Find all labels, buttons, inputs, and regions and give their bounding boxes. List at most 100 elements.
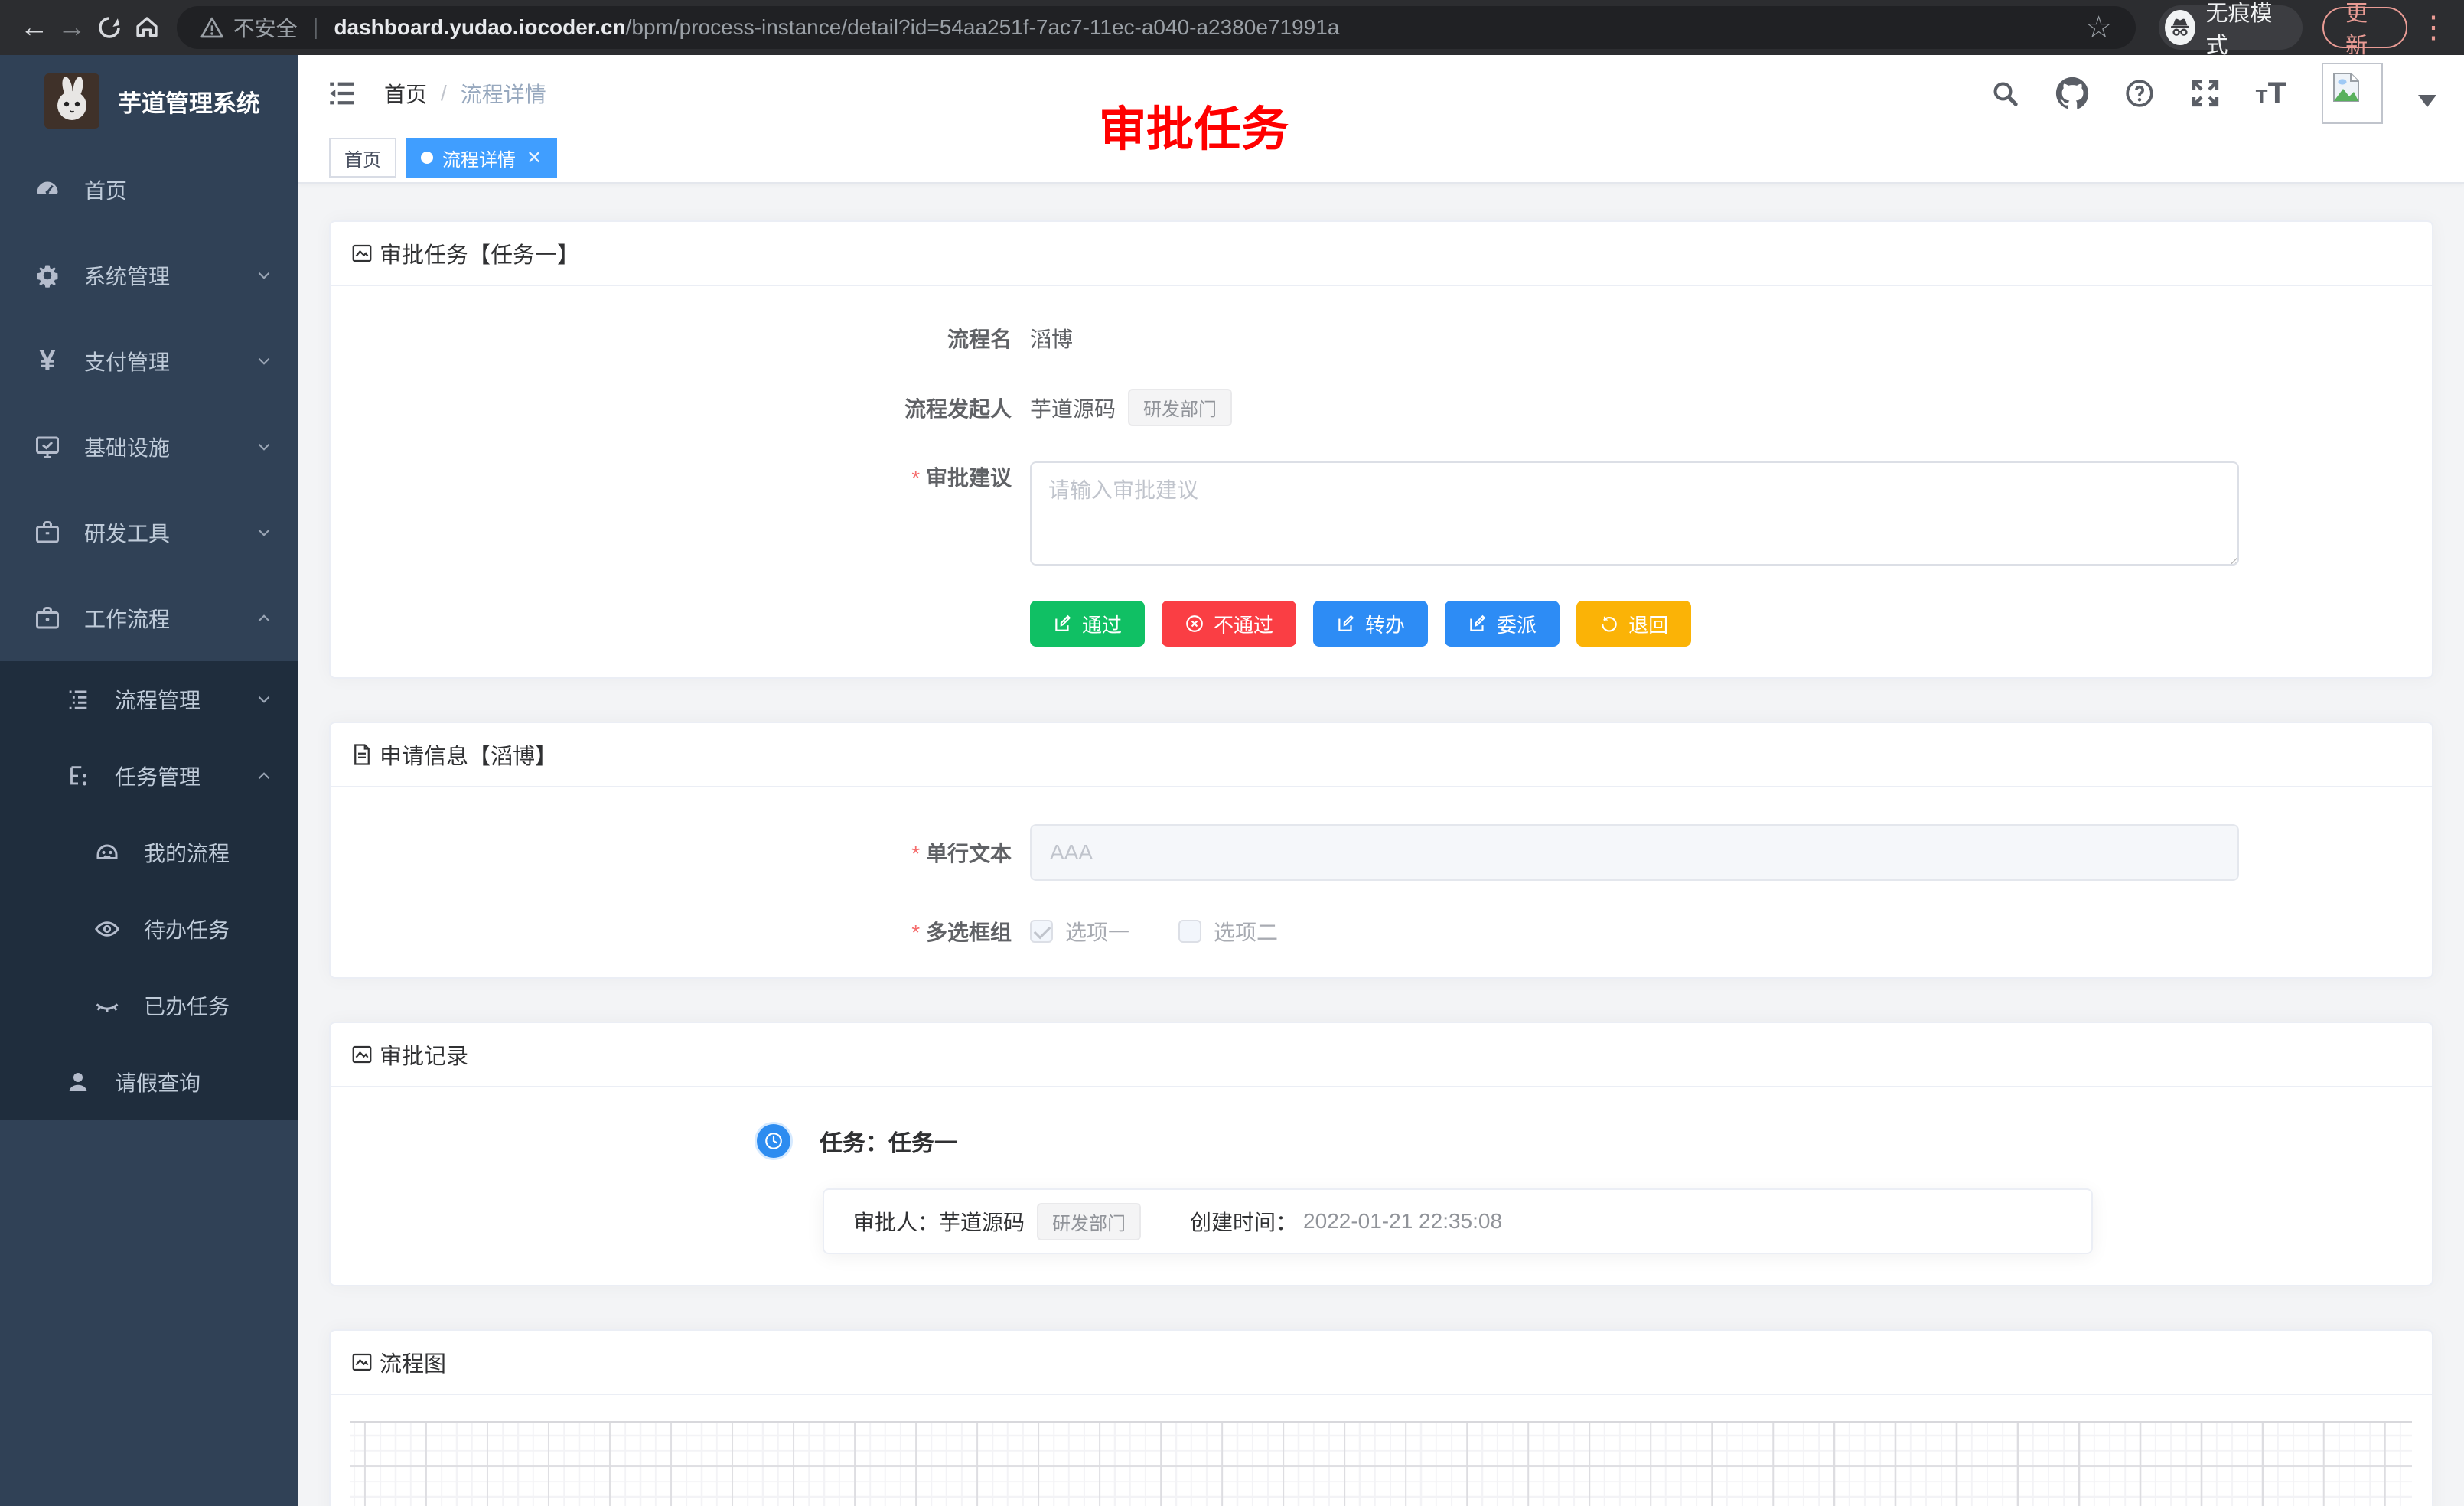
approve-button[interactable]: 通过 — [1030, 601, 1145, 647]
sidebar-item-workflow[interactable]: 工作流程 — [0, 575, 298, 661]
timeline-item: 任务：任务一 审批人： 芋道源码 研发部门 创建时间： 2022-01-21 2… — [361, 1124, 2401, 1254]
browser-forward-button[interactable]: → — [53, 6, 90, 49]
bpmn-diagram-canvas[interactable] — [350, 1421, 2412, 1506]
address-bar[interactable]: 不安全 | dashboard.yudao.iocoder.cn/bpm/pro… — [177, 6, 2136, 49]
process-name-label: 流程名 — [361, 323, 1030, 354]
approver-card: 审批人： 芋道源码 研发部门 创建时间： 2022-01-21 22:35:08 — [823, 1188, 2093, 1254]
sidebar-item-payment[interactable]: ¥ 支付管理 — [0, 318, 298, 404]
card-header: 申请信息【滔博】 — [331, 723, 2432, 787]
task-title: 任务：任务一 — [820, 1124, 957, 1158]
sidebar-item-process-mgmt[interactable]: 流程管理 — [0, 661, 298, 738]
sidebar-item-label: 已办任务 — [144, 990, 230, 1021]
dept-tag: 研发部门 — [1037, 1203, 1141, 1240]
chevron-up-icon — [254, 766, 274, 786]
picture-icon — [350, 242, 373, 265]
security-label[interactable]: 不安全 — [233, 12, 298, 43]
incognito-label: 无痕模式 — [2206, 0, 2283, 60]
sidebar-item-my-process[interactable]: 我的流程 — [0, 814, 298, 891]
suggestion-textarea[interactable] — [1030, 461, 2239, 566]
checkbox-group-label: 多选框组 — [361, 916, 1030, 947]
search-icon[interactable] — [1990, 78, 2020, 109]
sidebar-item-devtools[interactable]: 研发工具 — [0, 490, 298, 575]
url-divider: | — [313, 15, 319, 41]
sidebar-collapse-icon[interactable] — [326, 77, 358, 109]
close-icon[interactable]: ✕ — [526, 147, 542, 169]
browser-update-button[interactable]: 更新 — [2322, 7, 2407, 48]
approval-record-card: 审批记录 任务：任务一 审批人： 芋道源码 研发部门 — [329, 1022, 2433, 1286]
person-icon — [61, 1068, 95, 1096]
browser-home-button[interactable] — [128, 6, 165, 49]
sidebar-item-label: 系统管理 — [84, 260, 170, 291]
refresh-left-icon — [1599, 614, 1619, 634]
tab-home[interactable]: 首页 — [329, 138, 396, 178]
chevron-down-icon — [254, 351, 274, 371]
sidebar-item-system[interactable]: 系统管理 — [0, 233, 298, 318]
checkbox-unchecked-icon — [1178, 920, 1201, 943]
picture-icon — [350, 1351, 373, 1374]
broken-image-icon — [2328, 69, 2365, 106]
dept-tag: 研发部门 — [1128, 389, 1232, 426]
card-title: 申请信息【滔博】 — [380, 738, 557, 771]
sidebar-item-leave-query[interactable]: 请假查询 — [0, 1044, 298, 1120]
approver-value: 芋道源码 — [939, 1206, 1025, 1237]
chevron-up-icon — [254, 608, 274, 628]
help-icon[interactable] — [2124, 78, 2155, 109]
edit-icon — [1336, 614, 1356, 634]
chevron-down-icon — [254, 523, 274, 543]
tab-process-detail[interactable]: 流程详情 ✕ — [406, 138, 557, 178]
bookmark-star-icon[interactable]: ☆ — [2085, 10, 2113, 45]
sidebar-item-done-tasks[interactable]: 已办任务 — [0, 967, 298, 1044]
chevron-down-icon — [254, 689, 274, 709]
url-path: /bpm/process-instance/detail?id=54aa251f… — [626, 15, 1340, 40]
red-annotation-text: 审批任务 — [1099, 90, 1289, 159]
transfer-button[interactable]: 转办 — [1313, 601, 1428, 647]
avatar-dropdown-caret[interactable] — [2418, 95, 2436, 107]
button-label: 委派 — [1497, 610, 1537, 638]
browser-back-button[interactable]: ← — [15, 6, 53, 49]
sidebar-item-infra[interactable]: 基础设施 — [0, 404, 298, 490]
picture-icon — [350, 1043, 373, 1066]
briefcase-icon — [31, 605, 64, 632]
clock-icon — [757, 1124, 790, 1158]
edit-icon — [1053, 614, 1073, 634]
reload-icon — [96, 14, 123, 41]
checkbox-label: 选项一 — [1065, 916, 1129, 947]
create-time-value: 2022-01-21 22:35:08 — [1303, 1209, 1502, 1234]
return-button[interactable]: 退回 — [1576, 601, 1691, 647]
sidebar-item-label: 首页 — [84, 174, 127, 205]
tab-label: 首页 — [344, 145, 381, 171]
sidebar-item-label: 任务管理 — [115, 761, 200, 791]
github-icon[interactable] — [2055, 77, 2089, 110]
reject-button[interactable]: 不通过 — [1162, 601, 1296, 647]
font-size-icon[interactable]: TT — [2256, 77, 2286, 111]
checkbox-checked-icon — [1030, 920, 1053, 943]
top-navbar: 首页 / 流程详情 审批任务 TT — [298, 55, 2464, 132]
sidebar-item-home[interactable]: 首页 — [0, 147, 298, 233]
chevron-down-icon — [254, 266, 274, 285]
sidebar-item-todo-tasks[interactable]: 待办任务 — [0, 891, 298, 967]
breadcrumb-separator: / — [441, 81, 447, 106]
active-tab-dot — [421, 152, 433, 164]
app-title: 芋道管理系统 — [118, 84, 260, 119]
browser-menu-icon[interactable]: ⋮ — [2418, 10, 2449, 45]
button-label: 退回 — [1628, 610, 1668, 638]
card-header: 审批记录 — [331, 1023, 2432, 1087]
fullscreen-icon[interactable] — [2190, 78, 2221, 109]
tree-icon — [61, 763, 95, 789]
browser-reload-button[interactable] — [90, 6, 128, 49]
avatar[interactable] — [2322, 63, 2383, 124]
process-name-value: 滔博 — [1030, 323, 1073, 354]
checkbox-group: 选项一 选项二 — [1030, 916, 1278, 947]
not-secure-warning-icon[interactable] — [200, 15, 224, 40]
sidebar-item-task-mgmt[interactable]: 任务管理 — [0, 738, 298, 814]
delegate-button[interactable]: 委派 — [1445, 601, 1560, 647]
checkbox-label: 选项二 — [1214, 916, 1278, 947]
sidebar-item-label: 流程管理 — [115, 684, 200, 715]
card-header: 审批任务【任务一】 — [331, 222, 2432, 286]
breadcrumb: 首页 / 流程详情 — [384, 78, 546, 109]
sidebar-logo[interactable]: 芋道管理系统 — [0, 55, 298, 147]
button-label: 通过 — [1082, 610, 1122, 638]
checkbox-option-2: 选项二 — [1178, 916, 1278, 947]
breadcrumb-home[interactable]: 首页 — [384, 78, 427, 109]
button-label: 不通过 — [1214, 610, 1273, 638]
